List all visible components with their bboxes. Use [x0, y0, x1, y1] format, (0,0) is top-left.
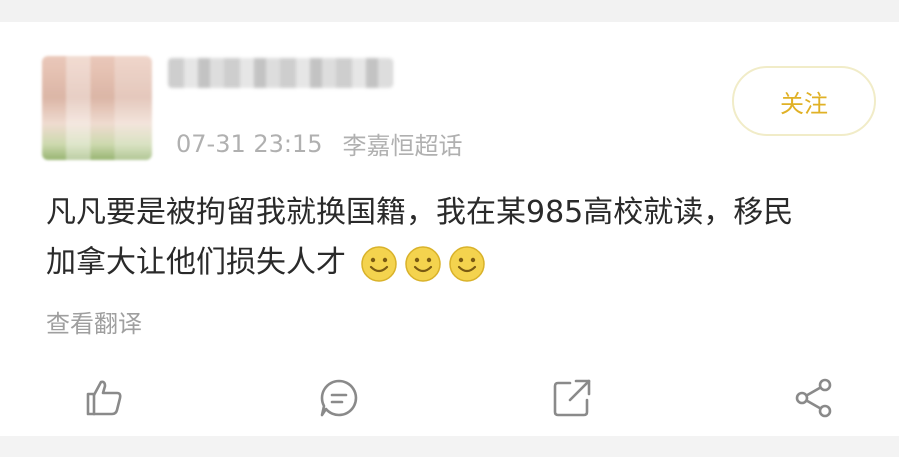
comment-button[interactable]: [313, 374, 365, 426]
share-icon: [792, 376, 836, 424]
bottom-divider-band: [0, 436, 899, 457]
like-button[interactable]: [78, 374, 130, 426]
post-source-topic[interactable]: 李嘉恒超话: [343, 126, 463, 161]
smile-emoji-icon: [448, 245, 486, 283]
share-button[interactable]: [788, 374, 840, 426]
post-card: 07-31 23:15 李嘉恒超话 关注 凡凡要是被拘留我就换国籍，我在某985…: [8, 22, 891, 436]
username-blurred[interactable]: [168, 58, 393, 88]
external-link-icon: [550, 376, 594, 424]
post-text-line-2-wrap: 加拿大让他们损失人才: [46, 238, 896, 288]
comment-icon: [317, 376, 361, 424]
post-meta: 07-31 23:15 李嘉恒超话: [176, 126, 463, 161]
emoji-row: [360, 245, 486, 283]
post-body: 凡凡要是被拘留我就换国籍，我在某985高校就读，移民 加拿大让他们损失人才: [46, 188, 896, 288]
thumbs-up-icon: [82, 376, 126, 424]
repost-button[interactable]: [546, 374, 598, 426]
smile-emoji-icon: [404, 245, 442, 283]
post-text-line-2: 加拿大让他们损失人才: [46, 245, 346, 280]
post-text-line-1: 凡凡要是被拘留我就换国籍，我在某985高校就读，移民: [46, 195, 794, 230]
follow-button[interactable]: 关注: [732, 66, 876, 136]
screenshot-page: 07-31 23:15 李嘉恒超话 关注 凡凡要是被拘留我就换国籍，我在某985…: [0, 0, 899, 457]
smile-emoji-icon: [360, 245, 398, 283]
view-translation-link[interactable]: 查看翻译: [46, 304, 142, 339]
avatar[interactable]: [42, 56, 152, 160]
top-divider-band: [0, 0, 899, 22]
post-timestamp: 07-31 23:15: [176, 129, 323, 158]
